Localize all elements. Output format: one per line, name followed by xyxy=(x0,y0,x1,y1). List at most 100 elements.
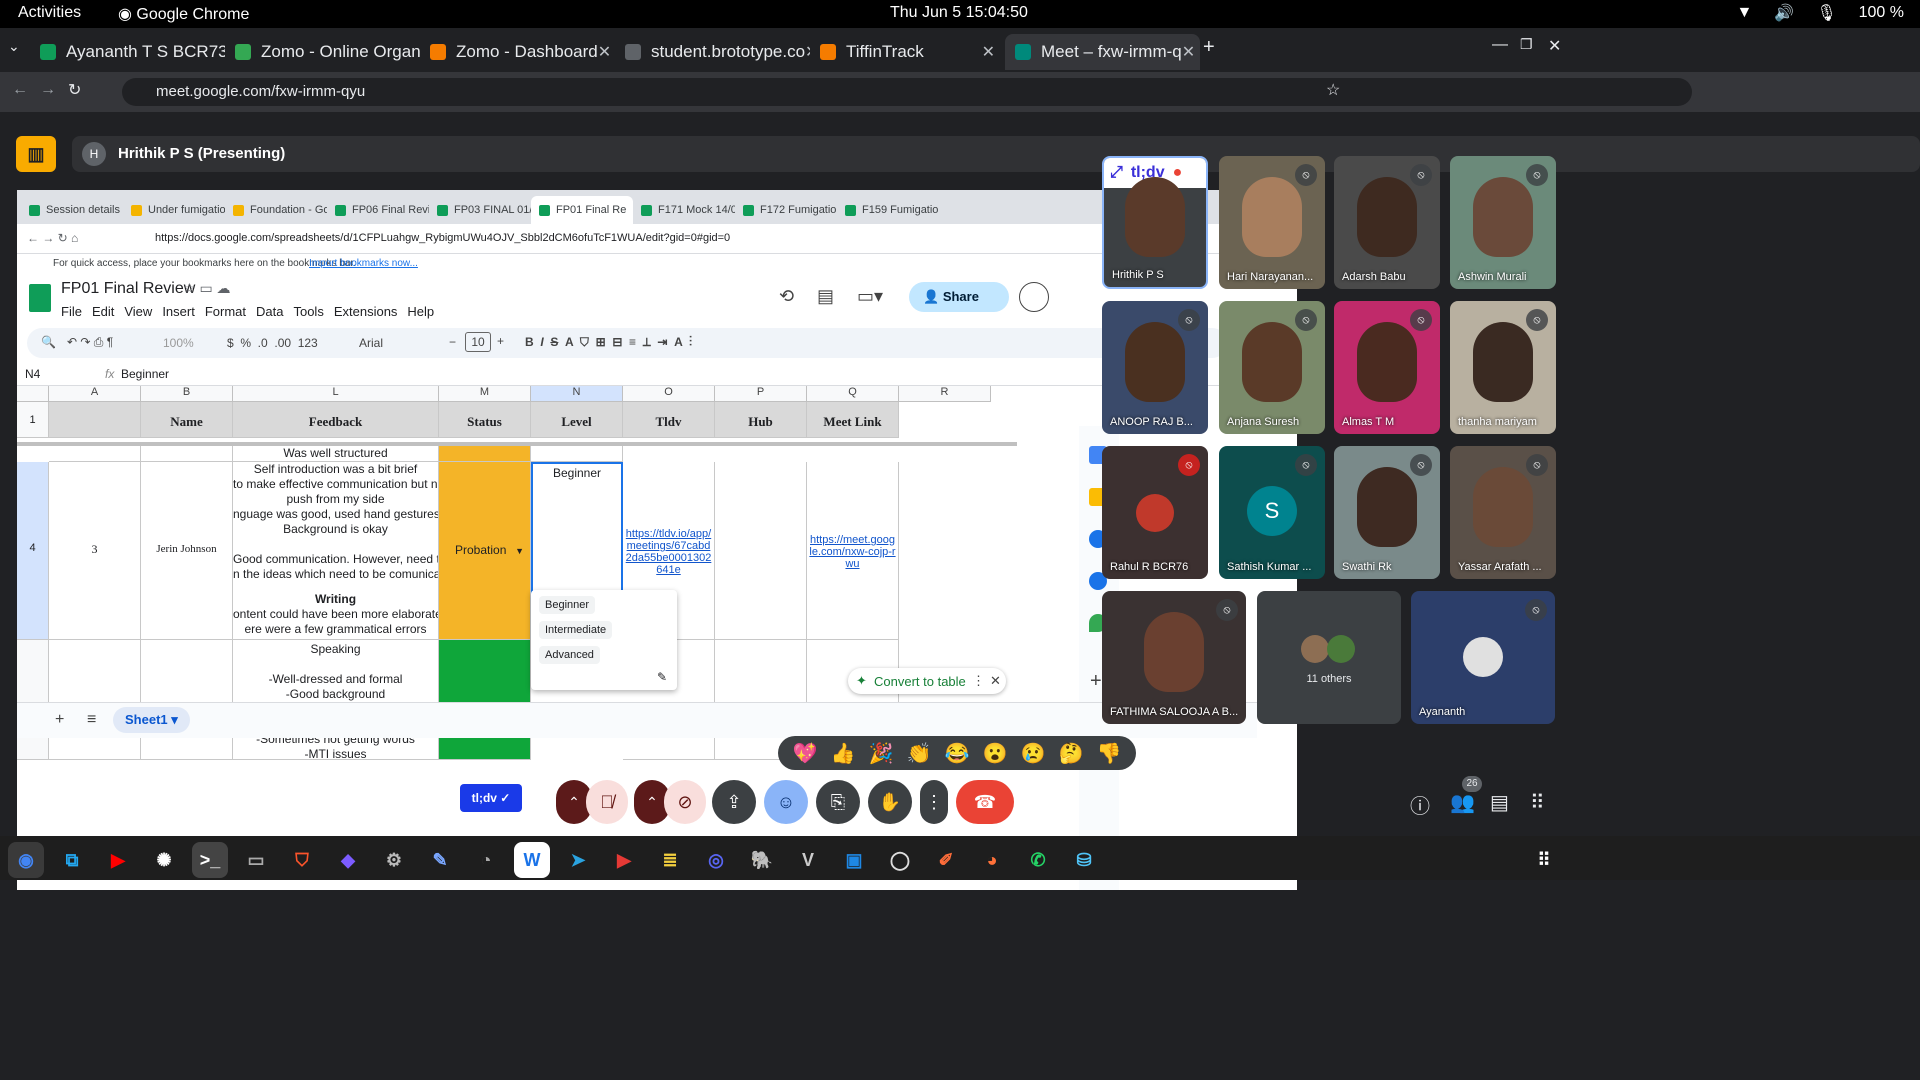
raise-hand-button[interactable]: ✋ xyxy=(868,780,912,824)
participant-tile[interactable]: ⦸ ANOOP RAJ B... xyxy=(1102,301,1208,434)
settings-dock-icon[interactable]: ⚙ xyxy=(376,842,412,878)
db-dock-icon[interactable]: ⛁ xyxy=(1066,842,1102,878)
firefox-dock-icon[interactable]: ◕ xyxy=(974,842,1010,878)
tab-4[interactable]: TiffinTrack ✕ xyxy=(810,34,1005,70)
sheets-icon xyxy=(437,204,448,216)
captions-button[interactable]: ⎘ xyxy=(816,780,860,824)
party-reaction-button[interactable]: 🎉 xyxy=(869,741,894,766)
mic-off-icon: ⦸ xyxy=(1526,164,1548,186)
participant-tile[interactable]: ⦸ Adarsh Babu xyxy=(1334,156,1440,289)
thumbs-up-reaction-button[interactable]: 👍 xyxy=(831,741,856,766)
chat-icon[interactable]: ▤ xyxy=(1490,790,1509,815)
back-icon[interactable]: ← xyxy=(12,81,28,99)
app-menu[interactable]: ◉ Google Chrome xyxy=(118,4,249,24)
participant-tile[interactable]: ⦸ thanha mariyam xyxy=(1450,301,1556,434)
participant-tile[interactable]: ⦸ Rahul R BCR76 xyxy=(1102,446,1208,579)
info-icon[interactable]: ⓘ xyxy=(1410,790,1430,819)
reload-icon[interactable]: ↻ xyxy=(68,80,81,100)
telegram-dock-icon[interactable]: ➤ xyxy=(560,842,596,878)
tab-0[interactable]: Ayananth T S BCR73✕ xyxy=(30,34,225,70)
laugh-reaction-button[interactable]: 😂 xyxy=(945,741,970,766)
close-icon[interactable]: ✕ xyxy=(982,42,995,62)
participant-tile[interactable]: ⦸ Anjana Suresh xyxy=(1219,301,1325,434)
thinking-reaction-button[interactable]: 🤔 xyxy=(1059,741,1084,766)
participant-tile[interactable]: S ⦸ Sathish Kumar ... xyxy=(1219,446,1325,579)
mic-off-icon: ⦸ xyxy=(1526,309,1548,331)
omnibox[interactable]: meet.google.com/fxw-irmm-qyu xyxy=(122,78,1692,106)
camera-toggle-button[interactable]: ⊘ xyxy=(664,780,706,824)
minimize-button[interactable]: — xyxy=(1492,36,1508,54)
participant-tile[interactable]: ⦸ Yassar Arafath ... xyxy=(1450,446,1556,579)
undo-redo-print-icons: ↶ ↷ ⎙ ¶ xyxy=(67,335,114,349)
avatar xyxy=(1463,637,1503,677)
tab-3[interactable]: student.brototype.co✕ xyxy=(615,34,810,70)
leave-call-button[interactable]: ☎ xyxy=(956,780,1014,824)
participant-name: Swathi Rk xyxy=(1342,561,1392,573)
feedback-cell: Was well structured xyxy=(233,446,439,462)
emoji-icon: ☺ xyxy=(776,792,796,812)
close-icon[interactable]: ✕ xyxy=(1182,42,1195,62)
text-editor-dock-icon[interactable]: ✎ xyxy=(422,842,458,878)
tab-5-active[interactable]: Meet – fxw-irmm-q ✕ xyxy=(1005,34,1200,70)
system-tray[interactable]: ▼ 🔊 🎙 100 % xyxy=(1737,3,1904,23)
participant-tile[interactable]: ⦸ FATHIMA SALOOJA A B... xyxy=(1102,591,1246,724)
column-header: M xyxy=(439,386,531,402)
obsidian-dock-icon[interactable]: ◆ xyxy=(330,842,366,878)
discord-dock-icon[interactable]: ◎ xyxy=(698,842,734,878)
participant-tile[interactable]: ⤢ tl;dv ● Hrithik P S xyxy=(1102,156,1208,289)
participant-tile[interactable]: ⦸ Ayananth xyxy=(1411,591,1555,724)
people-icon[interactable]: 👥 xyxy=(1450,790,1475,815)
close-icon[interactable]: ✕ xyxy=(598,42,611,62)
tldv-chip[interactable]: tl;dv ✓ xyxy=(460,784,522,812)
app-dock-icon[interactable]: ▣ xyxy=(836,842,872,878)
whatsapp-dock-icon[interactable]: ✆ xyxy=(1020,842,1056,878)
vscode-dock-icon[interactable]: ⧉ xyxy=(54,842,90,878)
window-close-button[interactable]: ✕ xyxy=(1548,36,1561,56)
draw-dock-icon[interactable]: ✐ xyxy=(928,842,964,878)
heart-reaction-button[interactable]: 💖 xyxy=(793,741,818,766)
others-tile[interactable]: 11 others xyxy=(1257,591,1401,724)
files-dock-icon[interactable]: ▭ xyxy=(238,842,274,878)
youtube-dock-icon[interactable]: ▶ xyxy=(100,842,136,878)
more-icon: ⋮ xyxy=(972,673,985,688)
header-name: Name xyxy=(141,402,233,438)
clap-reaction-button[interactable]: 👏 xyxy=(907,741,932,766)
surprised-reaction-button[interactable]: 😮 xyxy=(983,741,1008,766)
chrome-dock-icon[interactable]: ◉ xyxy=(8,842,44,878)
present-button[interactable]: ⇪ xyxy=(712,780,756,824)
terminal-dock-icon[interactable]: >_ xyxy=(192,842,228,878)
participant-tile[interactable]: ⦸ Swathi Rk xyxy=(1334,446,1440,579)
media-dock-icon[interactable]: ▶ xyxy=(606,842,642,878)
word-dock-icon[interactable]: W xyxy=(514,842,550,878)
vim-dock-icon[interactable]: V xyxy=(790,842,826,878)
clock-dock-icon[interactable]: ◔ xyxy=(468,842,504,878)
reactions-button[interactable]: ☺ xyxy=(764,780,808,824)
app-grid-icon[interactable]: ⠿ xyxy=(1526,842,1562,878)
maximize-button[interactable]: ❐ xyxy=(1520,36,1533,53)
participant-tile[interactable]: ⦸ Almas T M xyxy=(1334,301,1440,434)
chatgpt-dock-icon[interactable]: ✺ xyxy=(146,842,182,878)
tab-2[interactable]: Zomo - Dashboard ✕ xyxy=(420,34,615,70)
postgres-dock-icon[interactable]: 🐘 xyxy=(744,842,780,878)
thumbs-down-reaction-button[interactable]: 👎 xyxy=(1097,741,1122,766)
new-tab-button[interactable]: + xyxy=(1203,36,1215,59)
brave-dock-icon[interactable]: ⛉ xyxy=(284,842,320,878)
activities-icon[interactable]: ⠿ xyxy=(1530,790,1545,815)
sad-reaction-button[interactable]: 😢 xyxy=(1021,741,1046,766)
forward-icon[interactable]: → xyxy=(40,81,56,99)
mic-toggle-button[interactable]: 🎙̸ xyxy=(586,780,628,824)
meeting-code: fxw-irmm-qyu xyxy=(74,792,170,809)
activities-button[interactable]: Activities xyxy=(18,4,81,22)
clock[interactable]: Thu Jun 5 15:04:50 xyxy=(890,4,1028,22)
notes-dock-icon[interactable]: ≣ xyxy=(652,842,688,878)
dropdown-arrow-icon: ▼ xyxy=(515,546,524,556)
obs-dock-icon[interactable]: ◯ xyxy=(882,842,918,878)
hub-cell xyxy=(715,462,807,640)
participant-tile[interactable]: ⦸ Hari Narayanan... xyxy=(1219,156,1325,289)
more-options-button[interactable]: ⋮ xyxy=(920,780,948,824)
bookmark-star-icon[interactable]: ☆ xyxy=(1326,80,1340,100)
participant-tile[interactable]: ⦸ Ashwin Murali xyxy=(1450,156,1556,289)
tab-1[interactable]: Zomo - Online Organi✕ xyxy=(225,34,420,70)
participant-name: Ayananth xyxy=(1419,706,1466,718)
tab-search-icon[interactable]: ⌄ xyxy=(8,38,20,55)
